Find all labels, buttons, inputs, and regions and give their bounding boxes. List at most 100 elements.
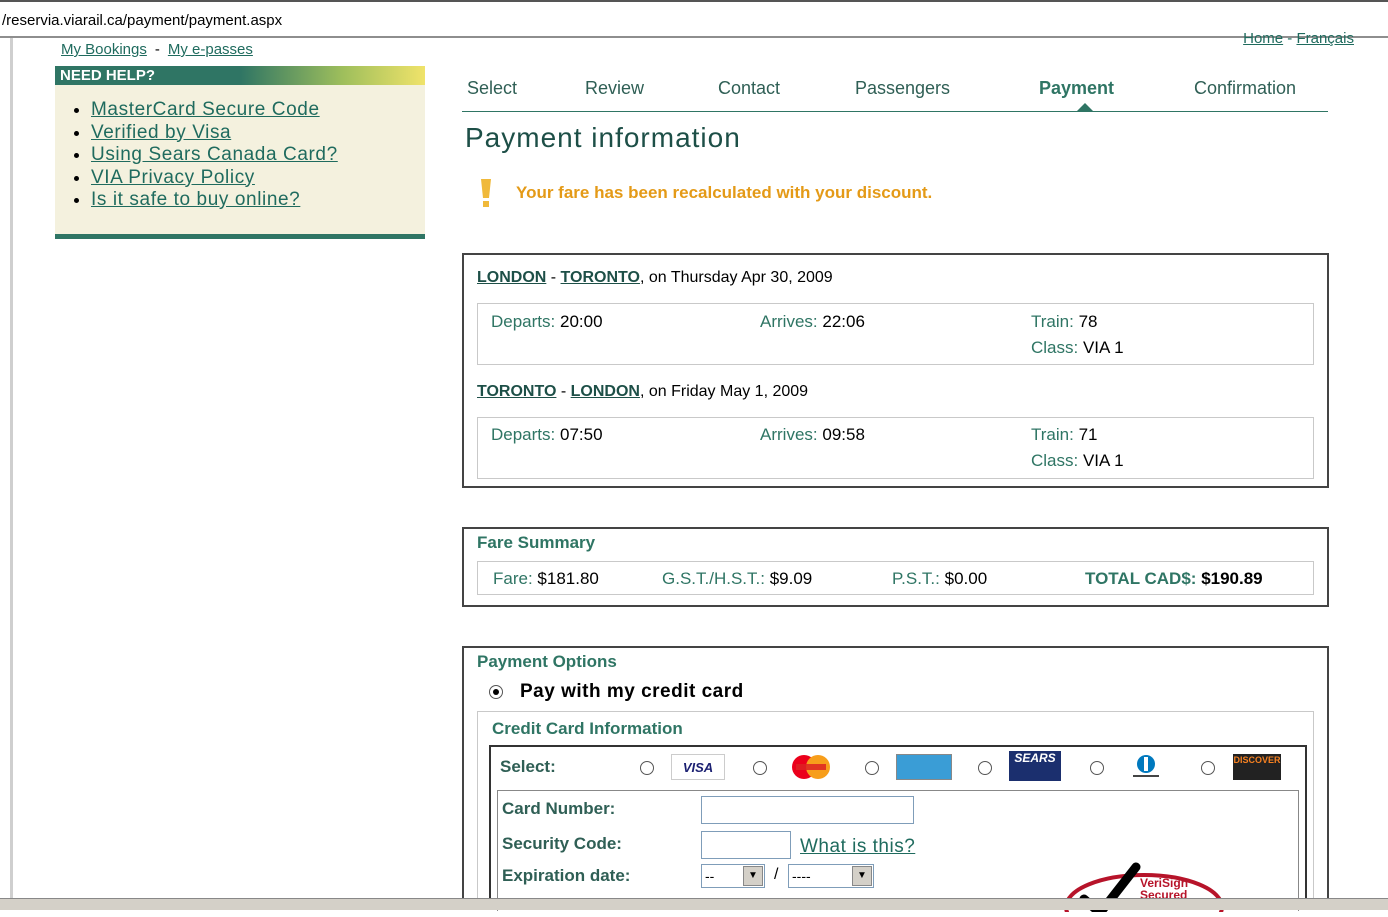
mastercard-logo	[785, 754, 837, 780]
step-select: Select	[467, 78, 518, 98]
address-text: /reservia.viarail.ca/payment/payment.asp…	[2, 12, 283, 29]
mastercard-icon	[792, 755, 830, 779]
security-code-label: Security Code:	[502, 834, 622, 853]
train-value: 78	[1078, 312, 1098, 331]
departs: Departs: 20:00	[491, 312, 603, 332]
pay-credit-radio[interactable]	[489, 685, 503, 699]
arrives: Arrives: 22:06	[760, 312, 865, 332]
date-separator: /	[774, 866, 779, 883]
francais-link[interactable]: Français	[1296, 30, 1354, 47]
verified-by-visa-link[interactable]: Verified by Visa	[91, 122, 231, 143]
active-step-indicator	[1076, 103, 1094, 112]
arrives-label: Arrives:	[760, 425, 818, 444]
sears-card-link[interactable]: Using Sears Canada Card?	[91, 144, 338, 165]
fare-amount: Fare: $181.80	[493, 569, 599, 589]
trip-date: , on Friday May 1, 2009	[639, 383, 809, 400]
departs-label: Departs:	[491, 425, 556, 444]
safe-online-link[interactable]: Is it safe to buy online?	[91, 189, 300, 210]
amex-radio[interactable]	[865, 761, 879, 775]
sears-radio[interactable]	[978, 761, 992, 775]
visa-radio[interactable]	[640, 761, 654, 775]
status-bar	[0, 898, 1388, 910]
gst-amount: G.S.T./H.S.T.: $9.09	[662, 569, 812, 589]
payment-options-box: Payment Options Pay with my credit card …	[462, 646, 1329, 917]
mastercard-securecode-link[interactable]: MasterCard Secure Code	[91, 99, 320, 120]
train-value: 71	[1078, 425, 1098, 444]
window-border	[10, 38, 13, 898]
language-links: Home - Français	[1243, 30, 1354, 47]
trip-details: Departs: 20:00 Arrives: 22:06 Train: 78 …	[477, 303, 1314, 365]
expiration-label: Expiration date:	[502, 866, 631, 885]
page-title: Payment information	[465, 122, 741, 153]
step-passengers: Passengers	[855, 78, 951, 98]
discover-radio[interactable]	[1201, 761, 1215, 775]
expiration-month-select[interactable]: -- ▼	[701, 864, 765, 888]
help-item: MasterCard Secure Code	[91, 99, 425, 122]
train-label: Train:	[1031, 425, 1074, 444]
what-is-this-link[interactable]: What is this?	[800, 836, 915, 858]
departs-label: Departs:	[491, 312, 556, 331]
itinerary-box: LONDON - TORONTO, on Thursday Apr 30, 20…	[462, 253, 1329, 488]
diners-logo	[1121, 752, 1171, 782]
my-epasses-link[interactable]: My e-passes	[168, 41, 253, 58]
pst-value: $0.00	[944, 569, 988, 588]
class-value: VIA 1	[1082, 338, 1124, 357]
gst-label: G.S.T./H.S.T.:	[662, 569, 765, 588]
trip-heading: LONDON - TORONTO, on Thursday Apr 30, 20…	[477, 269, 833, 286]
help-item: Is it safe to buy online?	[91, 189, 425, 212]
step-contact: Contact	[718, 78, 781, 98]
address-bar[interactable]: /reservia.viarail.ca/payment/payment.asp…	[0, 0, 1388, 38]
card-details-box: Card Number: Security Code: What is this…	[497, 790, 1299, 917]
trip-to-link[interactable]: LONDON	[571, 383, 640, 400]
train: Train: 78	[1031, 312, 1097, 332]
trip-from-link[interactable]: LONDON	[477, 269, 546, 286]
account-links: My Bookings - My e-passes	[61, 41, 253, 58]
pst-amount: P.S.T.: $0.00	[892, 569, 987, 589]
need-help-title: NEED HELP?	[55, 66, 425, 85]
visa-logo: VISA	[671, 754, 725, 780]
card-number-input[interactable]	[701, 796, 914, 824]
links-separator: -	[154, 41, 160, 58]
credit-card-section: Credit Card Information Select: VISA SEA…	[477, 711, 1314, 917]
trip-from-link[interactable]: TORONTO	[477, 383, 556, 400]
fare-summary-row: Fare: $181.80 G.S.T./H.S.T.: $9.09 P.S.T…	[477, 561, 1314, 595]
train: Train: 71	[1031, 425, 1097, 445]
departs-value: 20:00	[559, 312, 603, 331]
need-help-panel: NEED HELP? MasterCard Secure Code Verifi…	[55, 66, 425, 239]
total-amount: TOTAL CAD$: $190.89	[1085, 569, 1263, 589]
arrives-value: 09:58	[822, 425, 865, 444]
departs: Departs: 07:50	[491, 425, 603, 445]
help-item: Verified by Visa	[91, 122, 425, 145]
home-link[interactable]: Home	[1243, 30, 1283, 47]
warning-message: Your fare has been recalculated with you…	[516, 183, 933, 202]
arrives: Arrives: 09:58	[760, 425, 865, 445]
card-number-label: Card Number:	[502, 799, 616, 818]
trip-to-link[interactable]: TORONTO	[561, 269, 640, 286]
warning-icon	[481, 179, 491, 207]
my-bookings-link[interactable]: My Bookings	[61, 41, 147, 58]
payment-options-title: Payment Options	[477, 652, 617, 671]
arrives-value: 22:06	[822, 312, 865, 331]
help-item: VIA Privacy Policy	[91, 167, 425, 190]
fare-label: Fare:	[493, 569, 533, 588]
train-label: Train:	[1031, 312, 1074, 331]
chevron-down-icon: ▼	[743, 866, 763, 886]
privacy-policy-link[interactable]: VIA Privacy Policy	[91, 167, 255, 188]
fare-summary-box: Fare Summary Fare: $181.80 G.S.T./H.S.T.…	[462, 527, 1329, 607]
expiration-year-select[interactable]: ---- ▼	[788, 864, 874, 888]
class: Class: VIA 1	[1031, 451, 1124, 471]
diners-club-icon	[1133, 755, 1159, 777]
security-code-input[interactable]	[701, 831, 791, 859]
trip-details: Departs: 07:50 Arrives: 09:58 Train: 71 …	[477, 417, 1314, 479]
class: Class: VIA 1	[1031, 338, 1124, 358]
class-value: VIA 1	[1082, 451, 1124, 470]
home-separator: -	[1287, 30, 1293, 47]
credit-card-form: Select: VISA SEARS DISCOVER Card Number:…	[489, 745, 1307, 917]
diners-radio[interactable]	[1090, 761, 1104, 775]
year-value: ----	[792, 868, 811, 884]
total-value: $190.89	[1201, 569, 1263, 588]
mastercard-radio[interactable]	[753, 761, 767, 775]
discover-logo: DISCOVER	[1233, 754, 1281, 780]
fare-summary-title: Fare Summary	[477, 533, 596, 552]
total-label: TOTAL CAD$:	[1085, 569, 1197, 588]
